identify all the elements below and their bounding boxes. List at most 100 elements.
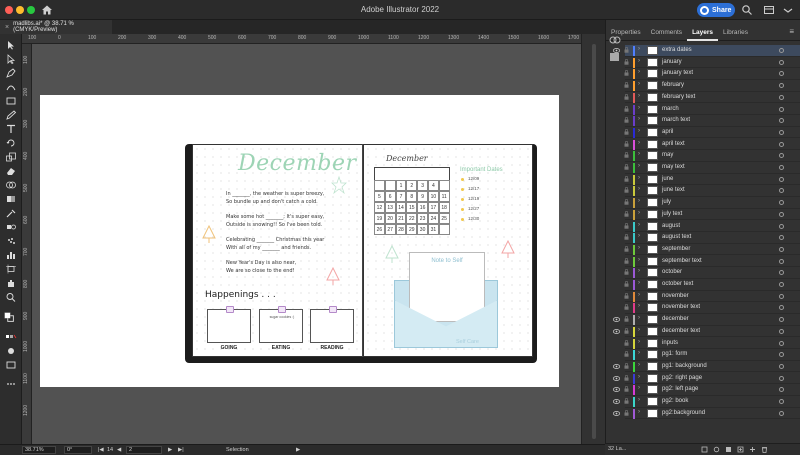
graph-tool-icon[interactable] xyxy=(5,250,17,260)
target-icon[interactable] xyxy=(779,165,784,170)
expand-chevron-icon[interactable]: › xyxy=(638,116,640,122)
scrollbar-thumb[interactable] xyxy=(592,44,596,439)
layer-name[interactable]: inputs xyxy=(662,340,678,346)
layer-row[interactable]: › october xyxy=(624,267,800,279)
rectangle-tool-icon[interactable] xyxy=(5,96,17,106)
tab-libraries[interactable]: Libraries xyxy=(718,25,753,41)
lock-icon[interactable] xyxy=(624,175,629,182)
layer-name[interactable]: july text xyxy=(662,211,682,217)
lock-icon[interactable] xyxy=(624,339,629,346)
layer-row[interactable]: › june xyxy=(624,174,800,186)
expand-chevron-icon[interactable]: › xyxy=(638,362,640,368)
visibility-eye-icon[interactable] xyxy=(612,364,621,369)
fill-stroke-swatches-icon[interactable] xyxy=(3,312,19,328)
rotate-tool-icon[interactable] xyxy=(5,138,17,148)
layer-name[interactable]: extra dates xyxy=(662,47,692,53)
scale-tool-icon[interactable] xyxy=(5,152,17,162)
layer-name[interactable]: september text xyxy=(662,258,702,264)
expand-chevron-icon[interactable]: › xyxy=(638,385,640,391)
share-button[interactable]: Share xyxy=(697,3,735,17)
expand-chevron-icon[interactable]: › xyxy=(638,198,640,204)
expand-chevron-icon[interactable]: › xyxy=(638,69,640,75)
layer-name[interactable]: june text xyxy=(662,187,685,193)
expand-chevron-icon[interactable]: › xyxy=(638,257,640,263)
visibility-eye-icon[interactable] xyxy=(612,399,621,404)
prev-artboard-icon[interactable]: ◀ xyxy=(117,447,121,453)
zoom-tool-icon[interactable] xyxy=(5,292,17,302)
lock-icon[interactable] xyxy=(624,304,629,311)
layer-name[interactable]: november text xyxy=(662,304,700,310)
lock-icon[interactable] xyxy=(624,351,629,357)
expand-chevron-icon[interactable]: › xyxy=(638,245,640,251)
layer-name[interactable]: may text xyxy=(662,164,685,170)
selection-tool-icon[interactable] xyxy=(5,40,17,50)
layer-row[interactable]: › pg1: form xyxy=(624,349,800,361)
pen-tool-icon[interactable] xyxy=(5,68,17,78)
layer-name[interactable]: december text xyxy=(662,328,700,334)
expand-chevron-icon[interactable]: › xyxy=(638,58,640,64)
target-icon[interactable] xyxy=(779,106,784,112)
lock-icon[interactable] xyxy=(624,140,629,147)
layer-name[interactable]: march xyxy=(662,106,679,112)
layer-row[interactable]: › september text xyxy=(624,256,800,268)
vertical-scrollbar[interactable] xyxy=(581,34,605,444)
layer-name[interactable]: february xyxy=(662,82,684,88)
layer-name[interactable]: may xyxy=(662,152,673,158)
expand-chevron-icon[interactable]: › xyxy=(638,128,640,134)
layer-name[interactable]: pg1: form xyxy=(662,351,687,357)
target-icon[interactable] xyxy=(779,328,784,334)
expand-chevron-icon[interactable]: › xyxy=(638,315,640,321)
shape-builder-tool-icon[interactable] xyxy=(5,180,17,190)
lock-icon[interactable] xyxy=(624,316,629,322)
lock-icon[interactable] xyxy=(624,292,629,299)
layer-name[interactable]: october xyxy=(662,269,682,275)
edit-toolbar-icon[interactable] xyxy=(5,379,17,389)
close-tab-icon[interactable]: × xyxy=(5,24,9,31)
target-icon[interactable] xyxy=(779,176,784,182)
expand-chevron-icon[interactable]: › xyxy=(638,374,640,380)
layer-name[interactable]: september xyxy=(662,246,690,252)
search-icon[interactable] xyxy=(741,4,753,16)
target-icon[interactable] xyxy=(779,223,784,229)
layer-name[interactable]: january text xyxy=(662,70,693,76)
layer-row[interactable]: › march xyxy=(624,104,800,116)
lock-icon[interactable] xyxy=(624,47,629,53)
layer-name[interactable]: november xyxy=(662,293,689,299)
layer-row[interactable]: › july text xyxy=(624,209,800,221)
new-sublayer-icon[interactable] xyxy=(737,446,744,453)
curvature-tool-icon[interactable] xyxy=(5,82,17,92)
lock-icon[interactable] xyxy=(624,409,629,416)
layer-name[interactable]: pg2: left page xyxy=(662,386,698,392)
symbol-sprayer-tool-icon[interactable] xyxy=(5,236,17,246)
new-layer-icon[interactable] xyxy=(749,446,756,453)
target-icon[interactable] xyxy=(779,282,784,287)
vertical-ruler[interactable]: 100 200 300 400 500 600 700 800 900 1000 1100 1200 xyxy=(22,44,32,444)
target-icon[interactable] xyxy=(779,71,784,77)
expand-chevron-icon[interactable]: › xyxy=(638,151,640,157)
lock-icon[interactable] xyxy=(624,93,629,100)
target-icon[interactable] xyxy=(779,363,784,369)
lock-icon[interactable] xyxy=(624,70,629,77)
blend-tool-icon[interactable] xyxy=(5,222,17,232)
drawing-mode-icon[interactable] xyxy=(5,346,17,356)
expand-chevron-icon[interactable]: › xyxy=(638,303,640,309)
layer-name[interactable]: june xyxy=(662,176,673,182)
expand-chevron-icon[interactable]: › xyxy=(638,46,640,52)
target-icon[interactable] xyxy=(779,188,784,194)
layer-row[interactable]: › december text xyxy=(612,326,800,338)
collect-export-icon[interactable] xyxy=(701,446,708,453)
expand-chevron-icon[interactable]: › xyxy=(638,350,640,356)
target-icon[interactable] xyxy=(779,340,784,346)
layer-row[interactable]: › november text xyxy=(624,302,800,314)
lock-icon[interactable] xyxy=(624,281,629,287)
layer-row[interactable]: › august text xyxy=(624,232,800,244)
target-icon[interactable] xyxy=(779,270,784,276)
next-artboard-icon[interactable]: ▶ xyxy=(168,447,172,453)
target-icon[interactable] xyxy=(779,129,784,135)
target-icon[interactable] xyxy=(779,211,784,217)
expand-chevron-icon[interactable]: › xyxy=(638,268,640,274)
zoom-level-field[interactable]: 38.71% xyxy=(22,446,56,454)
expand-chevron-icon[interactable]: › xyxy=(638,163,640,169)
screen-mode-icon[interactable] xyxy=(5,360,17,370)
layer-row[interactable]: › pg2:background xyxy=(612,408,800,420)
